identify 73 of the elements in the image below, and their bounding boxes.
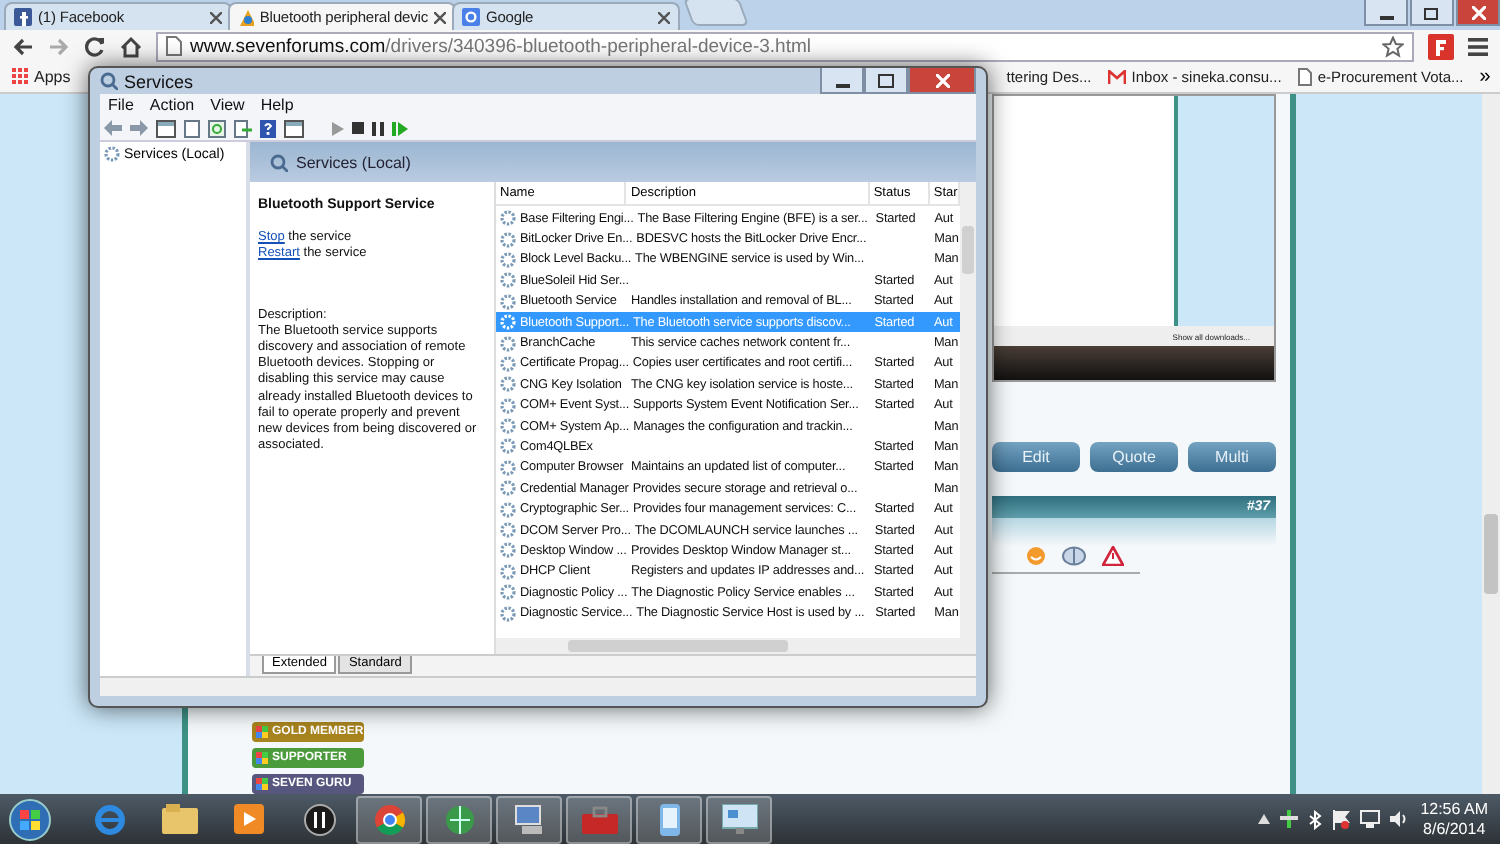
chrome-logo-icon <box>373 803 405 835</box>
scrollbar[interactable] <box>1482 94 1500 794</box>
globe-icon <box>443 803 475 835</box>
home-icon[interactable] <box>120 35 142 57</box>
play-icon[interactable] <box>332 121 344 135</box>
help-icon[interactable] <box>260 119 276 137</box>
more-bookmarks-button[interactable]: » <box>1479 65 1491 87</box>
monitor-icon <box>721 804 757 834</box>
star-icon[interactable] <box>1382 35 1404 57</box>
start-button[interactable] <box>8 797 52 841</box>
pause-icon[interactable] <box>372 121 384 135</box>
toolbox-icon <box>581 805 617 833</box>
bookmark-link[interactable]: Apps <box>12 67 71 85</box>
close-icon[interactable] <box>210 11 222 23</box>
console-tree-icon[interactable] <box>156 119 176 137</box>
page-icon <box>166 36 182 56</box>
magnifier-gear-icon <box>100 72 118 90</box>
forward-icon[interactable] <box>130 120 148 136</box>
swirl-logo-icon <box>238 7 254 27</box>
restore-icon <box>1424 5 1440 19</box>
document-icon[interactable] <box>184 119 200 137</box>
close-icon <box>1471 5 1485 19</box>
close-icon[interactable] <box>434 11 446 23</box>
menu-icon[interactable] <box>1468 37 1488 55</box>
grid-icon <box>12 68 28 84</box>
pane-title: Services (Local) <box>296 153 411 171</box>
address-bar[interactable]: www.sevenforums.com/drivers/340396-bluetooth-peripheral-device-3.html <box>156 31 1414 61</box>
close-button[interactable] <box>1456 0 1500 26</box>
scrollbar[interactable] <box>960 182 976 638</box>
g-logo-icon <box>462 8 480 26</box>
magnifier-gear-icon <box>270 153 288 171</box>
close-icon[interactable] <box>658 11 670 23</box>
f-logo-icon[interactable] <box>1428 33 1454 59</box>
minimize-button[interactable] <box>820 68 864 94</box>
e-logo-icon <box>93 803 125 835</box>
resume-icon[interactable] <box>392 121 408 135</box>
f-logo-icon <box>14 8 32 26</box>
computer-icon <box>511 803 547 835</box>
menu-item[interactable]: Help <box>260 96 294 114</box>
close-button[interactable] <box>908 68 976 94</box>
menu-item[interactable]: Action <box>149 96 195 114</box>
gear-icon <box>104 146 120 162</box>
reload-icon[interactable] <box>84 35 106 57</box>
back-icon[interactable] <box>12 35 34 57</box>
warning-icon <box>1102 546 1124 566</box>
maximize-button[interactable] <box>864 68 908 94</box>
monitor-icon[interactable] <box>1360 810 1381 828</box>
play-icon <box>234 804 264 834</box>
close-icon <box>935 73 949 87</box>
window-title: Services <box>124 71 194 91</box>
flag-icon[interactable] <box>1332 809 1351 829</box>
menu-item[interactable]: File <box>108 96 134 114</box>
maximize-icon <box>878 73 894 87</box>
speaker-icon[interactable] <box>1390 810 1411 828</box>
taskbar-app-button[interactable] <box>426 795 492 843</box>
menu-item[interactable]: View <box>210 96 245 114</box>
brain-icon <box>1062 546 1086 566</box>
bluetooth-icon[interactable] <box>1308 809 1323 829</box>
minimize-button[interactable] <box>1364 0 1408 26</box>
restore-button[interactable] <box>1410 0 1454 26</box>
smiley-icon <box>1026 546 1046 566</box>
refresh-icon[interactable] <box>208 119 226 137</box>
up-arrow-icon[interactable] <box>1258 814 1271 824</box>
page-icon <box>1297 67 1312 85</box>
url-text: www.sevenforums.com/drivers/340396-bluetooth-peripheral-device-3.html <box>190 35 811 57</box>
taskbar-app-button[interactable] <box>636 795 702 843</box>
envelope-m-icon <box>1107 69 1126 83</box>
scrollbar[interactable] <box>496 638 976 654</box>
phone-icon <box>659 803 679 835</box>
clock[interactable]: 12:56 AM 8/6/2014 <box>1420 799 1488 839</box>
export-icon[interactable] <box>234 119 252 137</box>
properties-icon[interactable] <box>284 119 304 137</box>
folder-icon <box>161 804 197 834</box>
